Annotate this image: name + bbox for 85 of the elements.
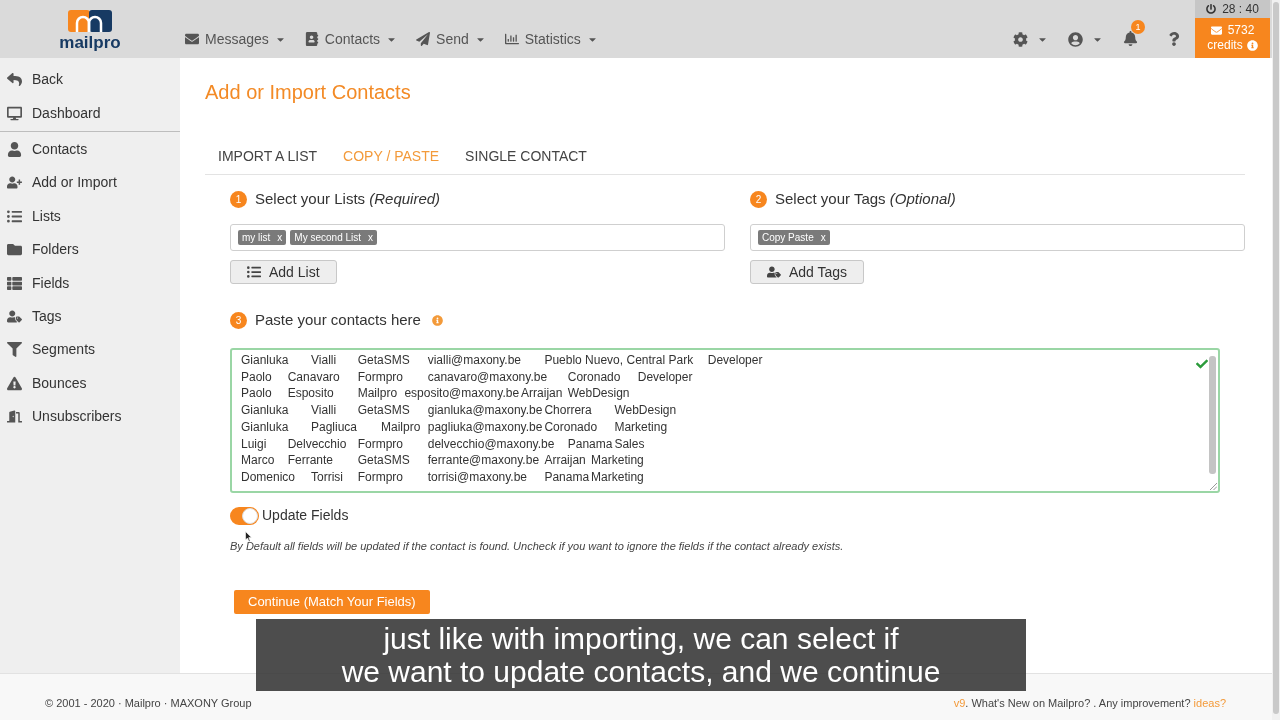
settings-menu[interactable] (1013, 31, 1048, 47)
nav-menu[interactable]: Contacts (304, 28, 398, 50)
table-list-icon (7, 275, 22, 291)
help-icon (1167, 32, 1181, 46)
tag-label: my list (242, 231, 271, 245)
tab[interactable]: SINGLE CONTACT (452, 139, 600, 174)
sidebar-item[interactable]: Tags (0, 299, 180, 334)
sidebar-item[interactable]: Add or Import (0, 166, 180, 200)
contact-line: Luigi Delvecchio Formpro delvecchio@maxony.be Panama Sales (241, 435, 645, 453)
bar-chart-icon (504, 32, 519, 46)
section-label: Paste your contacts here (255, 309, 421, 330)
toggle-label: Update Fields (262, 506, 349, 525)
footer-note: v9. What's New on Mailpro? . Any improvement? ideas? (953, 695, 1226, 711)
copyright-text: © 2001 - 2020 · Mailpro · MAXONY Group (45, 695, 252, 711)
door-icon (7, 409, 22, 425)
filter-icon (7, 342, 22, 358)
add-list-button[interactable]: Add List (230, 260, 337, 284)
sidebar-item[interactable]: Bounces (0, 366, 180, 400)
list-icon (247, 265, 261, 279)
contact-line: Gianluka Vialli GetaSMS vialli@maxony.be Pueblo Nuevo, Central Park Developer (241, 352, 763, 369)
user-tag-icon (767, 265, 781, 279)
envelope-icon (1210, 25, 1222, 36)
sidebar-item[interactable]: Segments (0, 333, 180, 367)
step-number: 3 (230, 311, 247, 329)
info-icon (1246, 40, 1258, 51)
list-icon (7, 208, 22, 224)
notification-count: 1 (1131, 20, 1145, 34)
update-fields-hint: By Default all fields will be updated if the contact is found. Uncheck if you want to ignore the fields if the contact already exists. (230, 539, 844, 554)
resize-grip-icon[interactable] (1210, 483, 1217, 490)
nav-menu[interactable]: Statistics (504, 28, 598, 50)
info-icon (431, 314, 443, 326)
nav-menu[interactable]: Send (416, 28, 486, 50)
envelope-icon (185, 32, 199, 46)
contact-line: Paolo Esposito Mailpro esposito@maxony.be Arraijan WebDesign (241, 385, 630, 403)
contact-line: Domenico Torrisi Formpro torrisi@maxony.be Panama Marketing (241, 468, 644, 486)
sidebar-item[interactable]: Dashboard (0, 96, 180, 130)
textarea-scrollbar[interactable] (1209, 356, 1216, 474)
account-menu[interactable] (1068, 31, 1103, 47)
user-icon (7, 141, 22, 157)
logo-text: mailpro (59, 34, 121, 52)
add-tags-button[interactable]: Add Tags (750, 260, 865, 284)
contact-line: Paolo Canavaro Formpro canavaro@maxony.be Coronado Developer (241, 368, 693, 386)
nav-menu[interactable]: Messages (185, 28, 286, 50)
warning-icon (7, 375, 22, 391)
address-book-icon (304, 32, 319, 46)
remove-tag-button[interactable]: x (368, 232, 374, 243)
step-number: 2 (750, 190, 767, 208)
subtitle-line: we want to update contacts, and we continue (341, 655, 941, 688)
section-label: Select your Lists (Required) (255, 188, 441, 209)
sidebar-item[interactable]: Contacts (0, 132, 180, 167)
toggle-switch[interactable] (230, 506, 259, 525)
bell-icon (1123, 31, 1138, 46)
remove-tag-button[interactable]: x (277, 232, 283, 243)
tag-label: My second List (294, 231, 362, 245)
user-tag-icon (7, 308, 22, 324)
tags-input[interactable]: Copy Paste x (750, 224, 1245, 251)
settings-icon (1013, 31, 1028, 47)
tab[interactable]: IMPORT A LIST (205, 139, 331, 174)
contact-line: Marco Ferrante GetaSMS ferrante@maxony.be Arraijan Marketing (241, 452, 644, 469)
sidebar-item[interactable]: Lists (0, 199, 180, 233)
section-label: Select your Tags (Optional) (775, 188, 956, 209)
logo-icon (68, 10, 112, 32)
timer-text: 28 : 40 (1222, 1, 1259, 18)
sidebar-item[interactable]: Fields (0, 266, 180, 300)
page-title: Add or Import Contacts (205, 80, 411, 104)
lists-input[interactable]: my list x My second List x (230, 224, 725, 251)
contact-line: Gianluka Pagliuca Mailpro pagliuka@maxony.be Coronado Marketing (241, 418, 668, 436)
back-arrow-icon (7, 72, 22, 88)
contact-line: Gianluka Vialli GetaSMS gianluka@maxony.be Chorrera WebDesign (241, 402, 677, 419)
sidebar-item[interactable]: Unsubscribers (0, 399, 180, 434)
page-scrollbar[interactable] (1272, 0, 1280, 720)
check-icon (1196, 358, 1208, 370)
tag-label: Copy Paste (762, 231, 814, 245)
remove-tag-button[interactable]: x (820, 232, 826, 243)
step-number: 1 (230, 190, 247, 208)
monitor-icon (7, 105, 22, 121)
power-icon (1206, 4, 1217, 14)
paper-plane-icon (416, 32, 431, 46)
user-plus-icon (7, 175, 22, 191)
mouse-cursor-icon (245, 531, 252, 542)
folder-icon (7, 242, 22, 258)
subtitle-line: just like with importing, we can select if (383, 622, 899, 655)
sidebar-item[interactable]: Back (0, 63, 180, 97)
contacts-textarea[interactable] (230, 348, 1220, 493)
sidebar-item[interactable]: Folders (0, 232, 180, 267)
